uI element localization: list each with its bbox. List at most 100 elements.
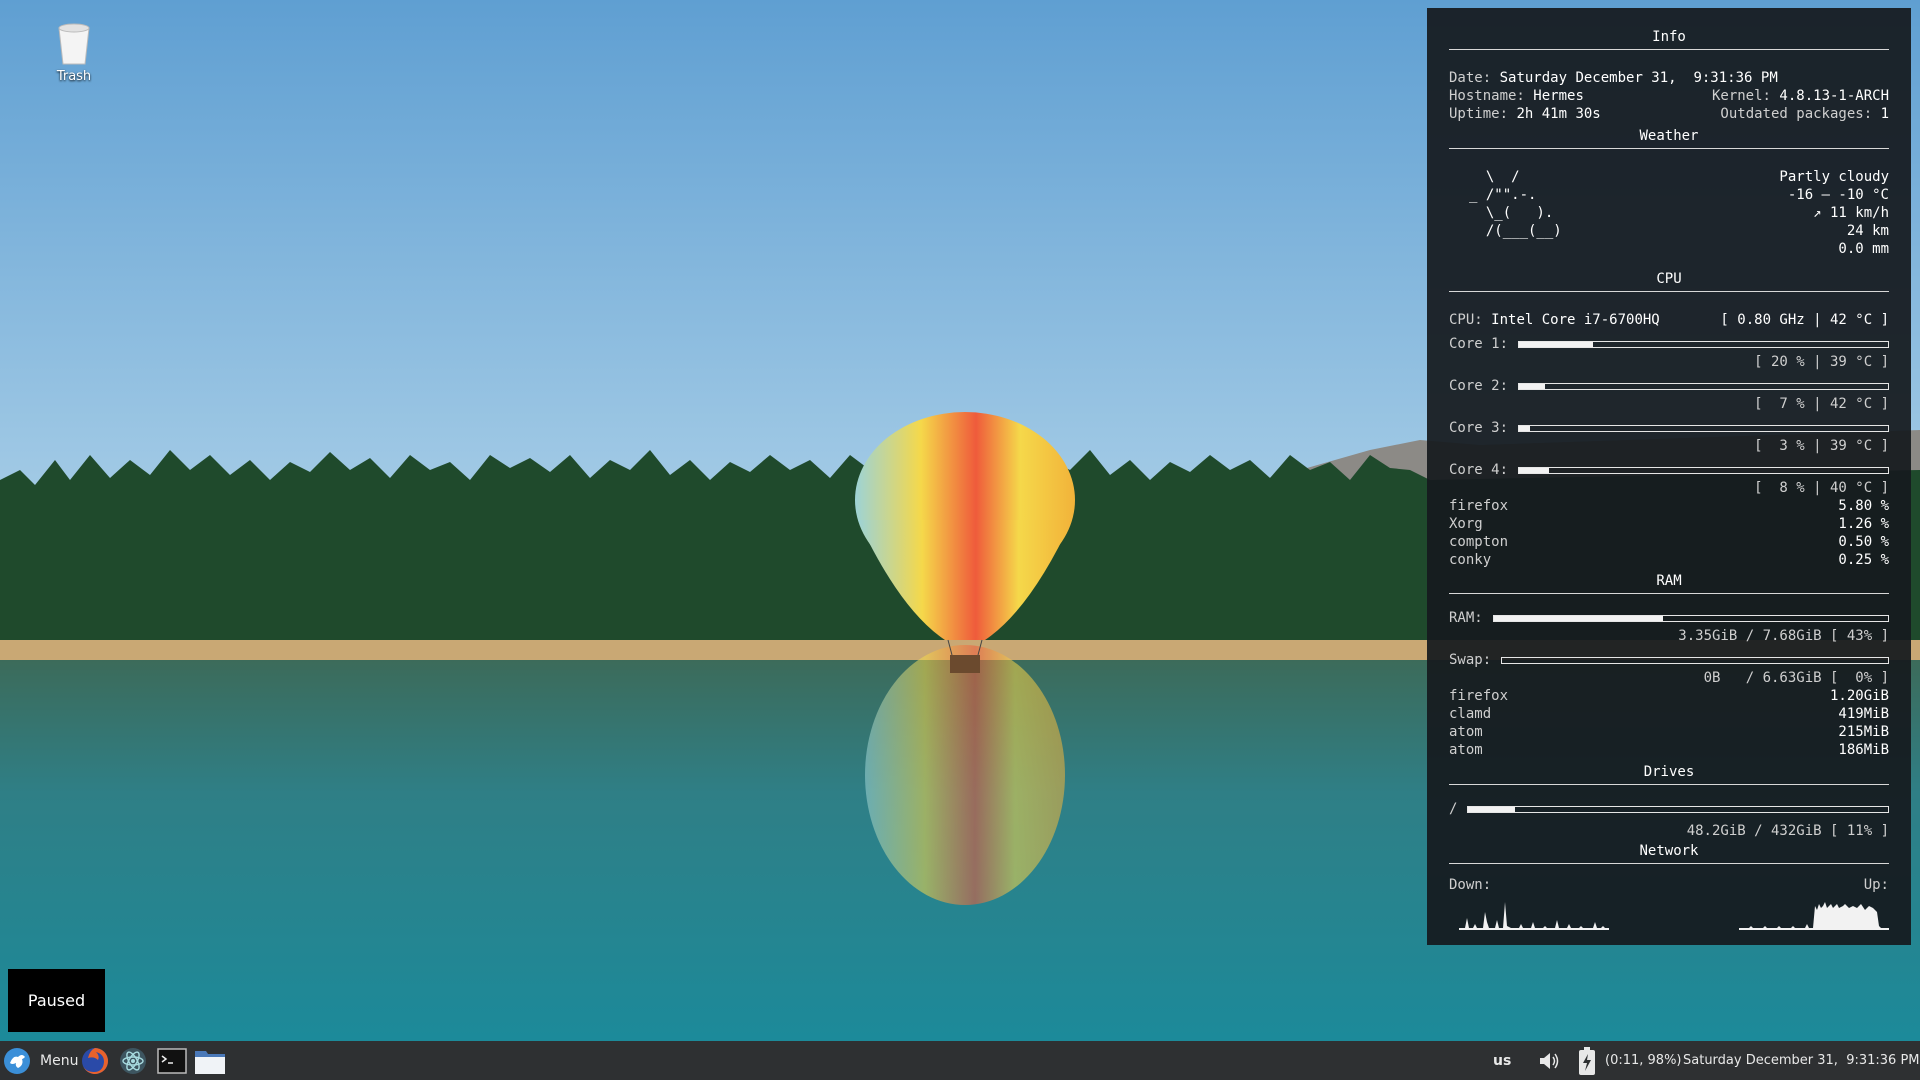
core-2-row: Core 2:	[1449, 377, 1889, 395]
process-value: 186MiB	[1838, 742, 1889, 758]
outdated-label: Outdated packages:	[1720, 106, 1873, 122]
date-row: Date: Saturday December 31, 9:31:36 PM	[1449, 69, 1889, 87]
section-divider	[1449, 784, 1889, 785]
ram-bar	[1492, 614, 1889, 622]
cpu-process-row: compton 0.50 %	[1449, 533, 1889, 551]
section-title-drives: Drives	[1643, 764, 1695, 780]
swap-bar	[1501, 656, 1889, 664]
process-name: Xorg	[1449, 516, 1483, 532]
atom-launcher[interactable]	[118, 1041, 148, 1080]
section-divider	[1449, 49, 1889, 50]
firefox-icon	[82, 1047, 108, 1074]
core-3-label: Core 3:	[1449, 420, 1509, 436]
core-1-bar	[1518, 340, 1889, 348]
weather-block: \ / _ /"".-. \_( ). /(___(__) Partly clo…	[1449, 168, 1889, 258]
core-4-stat: [ 8 % | 40 °C ]	[1754, 480, 1889, 496]
weather-temperature: -16 – -10 °C	[1787, 187, 1889, 203]
ram-process-row: atom 186MiB	[1449, 741, 1889, 759]
atom-icon	[120, 1047, 146, 1074]
process-name: compton	[1449, 534, 1509, 550]
menu-button[interactable]: Menu	[3, 1041, 78, 1080]
firefox-launcher[interactable]	[80, 1041, 110, 1080]
section-divider	[1449, 291, 1889, 292]
volume-control[interactable]	[1538, 1041, 1562, 1080]
swap-stat: 0B / 6.63GiB [ 0% ]	[1703, 670, 1889, 686]
cpu-process-row: firefox 5.80 %	[1449, 497, 1889, 515]
weather-visibility: 24 km	[1846, 223, 1889, 239]
paused-notification[interactable]: Paused	[8, 969, 105, 1032]
core-1-row: Core 1:	[1449, 335, 1889, 353]
terminal-launcher[interactable]	[157, 1041, 187, 1080]
core-3-row: Core 3:	[1449, 419, 1889, 437]
process-name: atom	[1449, 742, 1483, 758]
clock-text: Saturday December 31, 9:31:36 PM	[1683, 1053, 1920, 1068]
section-title-ram: RAM	[1656, 573, 1682, 589]
section-title-cpu: CPU	[1656, 271, 1682, 287]
conky-system-monitor: Info Date: Saturday December 31, 9:31:36…	[1427, 8, 1911, 945]
core-2-bar	[1518, 382, 1889, 390]
battery-indicator[interactable]: (0:11, 98%)	[1577, 1041, 1682, 1080]
network-up-graph	[1739, 902, 1889, 930]
cpu-model: Intel Core i7-6700HQ	[1491, 312, 1660, 328]
process-name: firefox	[1449, 688, 1509, 704]
swap-row: Swap:	[1449, 651, 1889, 669]
keyboard-layout-indicator[interactable]: us	[1493, 1041, 1511, 1080]
desktop-icon-label: Trash	[56, 69, 92, 84]
hostname-label: Hostname:	[1449, 88, 1525, 104]
drive-root-bar	[1467, 805, 1889, 813]
weather-ascii-icon: \ / _ /"".-. \_( ). /(___(__)	[1469, 169, 1562, 239]
section-title-info: Info	[1652, 29, 1686, 45]
process-value: 1.20GiB	[1829, 688, 1889, 704]
core-4-label: Core 4:	[1449, 462, 1509, 478]
section-divider	[1449, 593, 1889, 594]
core-3-stat: [ 3 % | 39 °C ]	[1754, 438, 1889, 454]
uptime-row: Uptime: 2h 41m 30s Outdated packages: 1	[1449, 105, 1889, 123]
core-3-bar	[1518, 424, 1889, 432]
drive-root-row: /	[1449, 800, 1889, 818]
cpu-summary: [ 0.80 GHz | 42 °C ]	[1720, 312, 1889, 328]
drive-root-label: /	[1449, 801, 1458, 817]
process-value: 0.25 %	[1838, 552, 1889, 568]
core-1-stat: [ 20 % | 39 °C ]	[1754, 354, 1889, 370]
hostname-row: Hostname: Hermes Kernel: 4.8.13-1-ARCH	[1449, 87, 1889, 105]
uptime-label: Uptime:	[1449, 106, 1509, 122]
keyboard-layout-label: us	[1493, 1052, 1512, 1069]
menu-logo-icon	[4, 1047, 30, 1074]
swap-label: Swap:	[1449, 652, 1492, 668]
menu-label: Menu	[40, 1052, 79, 1069]
drive-root-stat: 48.2GiB / 432GiB [ 11% ]	[1686, 823, 1889, 839]
terminal-icon	[157, 1047, 187, 1074]
folder-icon	[195, 1050, 225, 1074]
battery-status: (0:11, 98%)	[1605, 1053, 1682, 1068]
section-divider	[1449, 148, 1889, 149]
weather-wind: ↗ 11 km/h	[1813, 205, 1889, 221]
core-1-label: Core 1:	[1449, 336, 1509, 352]
core-4-row: Core 4:	[1449, 461, 1889, 479]
cpu-label: CPU:	[1449, 312, 1483, 328]
date-label: Date:	[1449, 70, 1492, 86]
section-title-network: Network	[1639, 843, 1699, 859]
ram-process-row: atom 215MiB	[1449, 723, 1889, 741]
core-2-stat: [ 7 % | 42 °C ]	[1754, 396, 1889, 412]
ram-label: RAM:	[1449, 610, 1483, 626]
volume-icon	[1540, 1052, 1559, 1069]
section-divider	[1449, 863, 1889, 864]
taskbar: Menu us (0:11, 98%) Saturday December 31…	[0, 1041, 1920, 1080]
kernel-label: Kernel:	[1711, 88, 1771, 104]
desktop-icon-trash[interactable]: Trash	[44, 22, 104, 84]
process-value: 5.80 %	[1838, 498, 1889, 514]
process-value: 419MiB	[1838, 706, 1889, 722]
ram-process-row: firefox 1.20GiB	[1449, 687, 1889, 705]
outdated-value: 1	[1880, 106, 1889, 122]
process-name: firefox	[1449, 498, 1509, 514]
trash-icon	[58, 23, 90, 65]
ram-row: RAM:	[1449, 609, 1889, 627]
files-launcher[interactable]	[194, 1041, 226, 1080]
section-title-weather: Weather	[1639, 128, 1699, 144]
cpu-summary-row: CPU: Intel Core i7-6700HQ [ 0.80 GHz | 4…	[1449, 311, 1889, 329]
network-up-label: Up:	[1863, 877, 1889, 893]
uptime-value: 2h 41m 30s	[1516, 106, 1601, 122]
process-value: 1.26 %	[1838, 516, 1889, 532]
weather-condition: Partly cloudy	[1779, 169, 1889, 185]
taskbar-clock[interactable]: Saturday December 31, 9:31:36 PM	[1683, 1041, 1920, 1080]
